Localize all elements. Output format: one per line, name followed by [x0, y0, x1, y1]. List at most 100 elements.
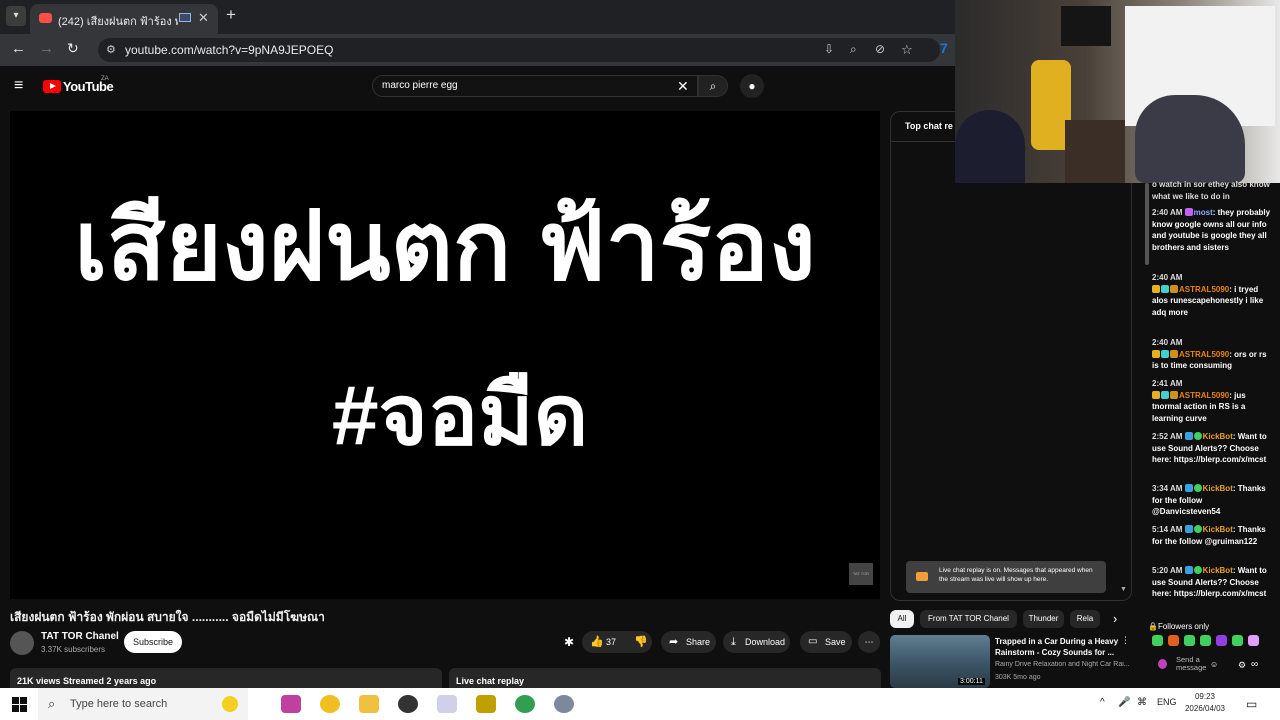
new-tab-button[interactable]: +: [226, 5, 236, 25]
more-actions-button[interactable]: ⋯: [858, 631, 880, 653]
emote-icon[interactable]: [1248, 635, 1259, 646]
zoom-icon[interactable]: ⌕: [850, 42, 857, 57]
obs-icon[interactable]: [398, 695, 418, 713]
taskbar-search-box[interactable]: ⌕ Type here to search: [38, 688, 248, 720]
back-icon[interactable]: ←: [11, 40, 26, 57]
channel-watermark[interactable]: TAT TOR: [849, 563, 873, 585]
live-chat-replay-box[interactable]: Live chat replay: [449, 668, 881, 690]
emote-icon[interactable]: [1152, 635, 1163, 646]
chip-thunder[interactable]: Thunder: [1023, 610, 1064, 628]
crown-badge-icon: [1152, 390, 1160, 399]
chat-message: 2:40 AM ASTRAL5090: ors or rs is to time…: [1152, 338, 1267, 371]
chrome-profile-icon[interactable]: [515, 695, 535, 713]
chevron-up-icon[interactable]: ^: [1100, 697, 1105, 708]
language-indicator[interactable]: ENG: [1157, 697, 1177, 707]
send-message-input[interactable]: Send a message: [1176, 656, 1206, 672]
tab-search-button[interactable]: ▾: [6, 6, 26, 26]
emote-icon[interactable]: [1168, 635, 1179, 646]
more-vertical-icon[interactable]: ⋮: [1121, 635, 1130, 646]
related-video-channel[interactable]: Rainy Drive Relaxation and Night Car Rai…: [995, 661, 1135, 668]
chat-message: 5:20 AM KickBot: Want to use Sound Alert…: [1152, 566, 1267, 599]
video-duration: 3:00:11: [958, 678, 985, 685]
bot-badge-icon: [1184, 525, 1193, 533]
reload-icon[interactable]: ↻: [67, 40, 79, 57]
related-video-title[interactable]: Trapped in a Car During a Heavy Rainstor…: [995, 636, 1123, 658]
voice-search-button[interactable]: ●: [740, 74, 764, 98]
snipping-tool-icon[interactable]: [437, 695, 457, 713]
windows-start-icon[interactable]: [12, 697, 27, 712]
browser-tab-active[interactable]: (242) เสียงฝนตก ฟ้าร้อง พักผ่อน ✕: [30, 4, 218, 34]
sparkle-icon[interactable]: ✱: [564, 635, 574, 649]
emote-icon[interactable]: [1216, 635, 1227, 646]
emoji-icon[interactable]: ☺: [1210, 660, 1218, 669]
tab-title: (242) เสียงฝนตก ฟ้าร้อง พักผ่อน: [58, 16, 178, 28]
badge-icon: [1184, 208, 1193, 216]
chat-message: 2:40 AM ASTRAL5090: i tryed alos runesca…: [1152, 273, 1264, 317]
thumbs-down-icon[interactable]: 👎: [634, 631, 648, 653]
thumbs-up-icon[interactable]: 👍: [590, 631, 604, 653]
microphone-icon[interactable]: [1158, 659, 1167, 669]
emote-icon[interactable]: [1232, 635, 1243, 646]
search-input[interactable]: marco pierre egg ✕: [372, 75, 698, 97]
like-count[interactable]: 37: [606, 631, 616, 653]
chrome-icon[interactable]: [320, 695, 340, 713]
top-chat-dropdown[interactable]: Top chat re: [905, 121, 953, 131]
system-clock[interactable]: 09:23 2026/04/03: [1182, 691, 1228, 715]
network-icon[interactable]: ⌘: [1137, 697, 1147, 708]
site-info-icon[interactable]: ⚙: [106, 43, 116, 56]
chip-all[interactable]: All: [890, 610, 914, 628]
clear-search-icon[interactable]: ✕: [677, 78, 689, 95]
game-app-icon[interactable]: [476, 695, 496, 713]
extension-icon[interactable]: 7: [940, 40, 948, 56]
share-button[interactable]: ➦ Share: [661, 631, 716, 653]
close-tab-icon[interactable]: ✕: [198, 10, 209, 26]
chevron-down-icon[interactable]: ▼: [1120, 586, 1127, 593]
forward-icon[interactable]: →: [39, 40, 54, 57]
chat-scrollbar[interactable]: [1145, 183, 1149, 265]
chat-message: 2:40 AM most: they probably know google …: [1152, 208, 1271, 252]
subscriber-count: 3.37K subscribers: [41, 645, 106, 654]
search-query[interactable]: marco pierre egg: [382, 80, 458, 91]
save-button[interactable]: ▭ Save: [800, 631, 852, 653]
description-box[interactable]: 21K views Streamed 2 years ago: [10, 668, 442, 690]
bookmark-star-icon[interactable]: ☆: [901, 42, 913, 58]
related-video-thumbnail[interactable]: 3:00:11: [890, 635, 990, 688]
chip-related[interactable]: Rela: [1070, 610, 1100, 628]
youtube-logo-icon[interactable]: [43, 80, 61, 93]
taskbar-search-placeholder[interactable]: Type here to search: [70, 698, 167, 710]
crown-badge-icon: [1152, 349, 1160, 358]
chevron-right-icon[interactable]: ›: [1113, 611, 1117, 626]
notification-icon[interactable]: ▭: [1246, 697, 1257, 711]
eye-off-icon[interactable]: ⊘: [875, 42, 885, 56]
channel-avatar[interactable]: [10, 631, 34, 655]
emote-icon[interactable]: [1184, 635, 1195, 646]
windows-taskbar: ⌕ Type here to search ^ 🎤 ⌘ ENG 09:23 20…: [0, 688, 1280, 720]
hamburger-menu-icon[interactable]: ≡: [14, 77, 23, 95]
file-explorer-icon[interactable]: [359, 695, 379, 713]
channel-name[interactable]: TAT TOR Chanel: [41, 631, 119, 642]
chip-from-channel[interactable]: From TAT TOR Chanel: [920, 610, 1017, 628]
app-icon[interactable]: [554, 695, 574, 713]
settings-icon[interactable]: ⚙: [1238, 660, 1246, 671]
microphone-tray-icon[interactable]: 🎤: [1118, 697, 1130, 708]
install-app-icon[interactable]: ⇩: [824, 42, 834, 56]
clock-date: 2026/04/03: [1184, 704, 1226, 713]
address-bar[interactable]: ⚙ youtube.com/watch?v=9pNA9JEPOEQ ⇩ ⌕ ⊘ …: [98, 38, 940, 62]
lock-icon: 🔒: [1148, 622, 1158, 631]
download-button[interactable]: ⤓ Download: [723, 631, 790, 653]
emote-icon[interactable]: [1200, 635, 1211, 646]
webcam-overlay: [955, 0, 1280, 183]
region-code: ZA: [101, 76, 109, 82]
webcam-shelf-shape: [1065, 120, 1125, 183]
video-player[interactable]: เสียงฝนตก ฟ้าร้อง #จอมืด TAT TOR: [10, 111, 880, 599]
webcam-chair-shape: [955, 110, 1025, 183]
search-button[interactable]: ⌕: [698, 75, 728, 97]
copilot-app-icon[interactable]: [281, 695, 301, 713]
copilot-sparkle-icon[interactable]: [222, 696, 238, 712]
subscribe-button[interactable]: Subscribe: [124, 631, 182, 653]
url-text[interactable]: youtube.com/watch?v=9pNA9JEPOEQ: [125, 43, 333, 57]
info-icon: [916, 572, 928, 581]
gem-badge-icon: [1161, 390, 1169, 399]
related-video-item[interactable]: 3:00:11 Trapped in a Car During a Heavy …: [890, 635, 1140, 689]
gem-badge-icon: [1161, 284, 1169, 293]
